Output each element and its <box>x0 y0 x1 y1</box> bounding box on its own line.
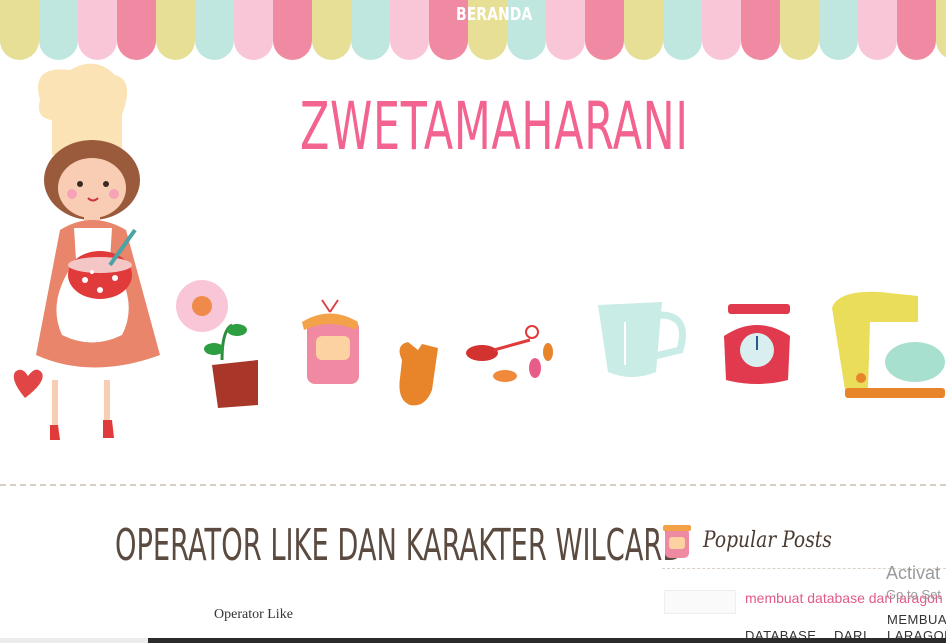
awning-stripe <box>546 0 585 60</box>
stand-mixer-illustration <box>832 291 945 398</box>
chef-girl-illustration <box>36 63 160 440</box>
scrollbar-thumb[interactable] <box>148 638 946 643</box>
awning-stripe <box>624 0 663 60</box>
awning-stripe <box>819 0 858 60</box>
jam-jar-icon <box>663 525 691 558</box>
awning-stripe <box>780 0 819 60</box>
awning-stripe <box>585 0 624 60</box>
awning-stripe <box>312 0 351 60</box>
awning-stripe <box>234 0 273 60</box>
awning-stripe <box>39 0 78 60</box>
awning-stripe <box>390 0 429 60</box>
popular-post-word: MEMBUAT <box>887 612 946 627</box>
awning-stripe <box>741 0 780 60</box>
awning-stripe <box>0 0 39 60</box>
measuring-spoons-illustration <box>466 325 553 382</box>
nav-home-link[interactable]: BERANDA <box>456 4 532 25</box>
popular-post-thumbnail[interactable] <box>664 590 736 614</box>
awning-stripe <box>897 0 936 60</box>
oven-mitt-illustration <box>399 342 438 406</box>
awning-stripe <box>936 0 946 60</box>
awning-stripe <box>858 0 897 60</box>
header-divider <box>0 484 946 486</box>
awning-stripe <box>195 0 234 60</box>
jam-jar-illustration <box>302 299 359 384</box>
awning-stripe <box>273 0 312 60</box>
awning-stripe <box>351 0 390 60</box>
bottom-scrollbar[interactable] <box>0 638 946 643</box>
awning-stripe <box>117 0 156 60</box>
windows-activation-subtitle: Go to Set <box>886 587 941 602</box>
windows-activation-title: Activat <box>886 563 941 583</box>
flower-pot-illustration <box>176 280 258 408</box>
awning-stripe <box>663 0 702 60</box>
post-heading: Operator Like <box>214 607 293 622</box>
awning-stripe <box>78 0 117 60</box>
popular-posts-title: Popular Posts <box>703 528 832 553</box>
post-title[interactable]: OPERATOR LIKE DAN KARAKTER WILCARD <box>115 520 683 571</box>
measuring-cup-illustration <box>598 302 686 377</box>
kitchen-scale-illustration <box>724 304 790 384</box>
header-illustration <box>13 63 945 440</box>
heart-decoration <box>13 369 43 398</box>
awning-stripe <box>702 0 741 60</box>
awning-stripe <box>156 0 195 60</box>
